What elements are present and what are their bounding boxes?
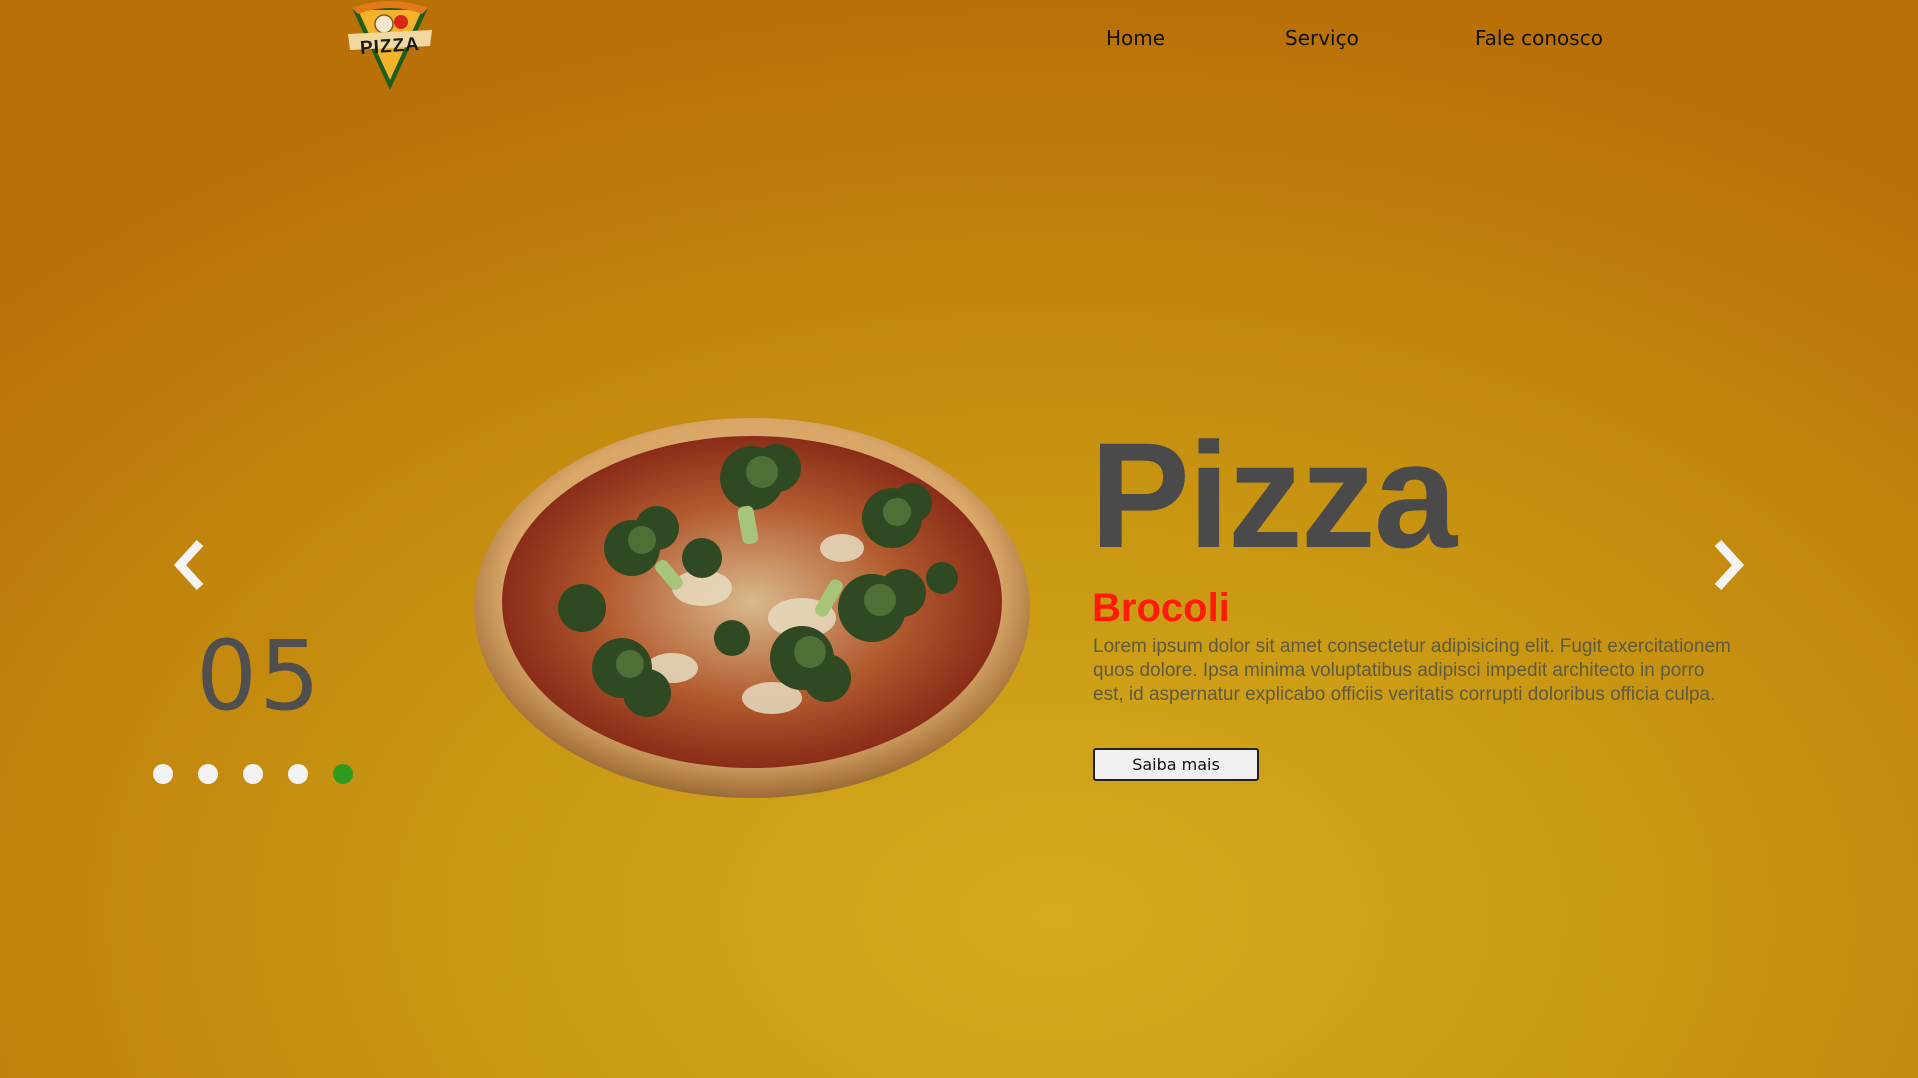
nav-home-link[interactable]: Home [1106, 26, 1165, 50]
pizza-logo[interactable]: PIZZA [344, 0, 436, 94]
product-title: Pizza [1090, 411, 1457, 579]
chevron-left-icon [173, 539, 204, 591]
slide-dot-1[interactable] [153, 764, 173, 784]
product-name: Brocoli [1092, 586, 1230, 630]
slide-counter: 05 [196, 620, 323, 732]
nav-servico-link[interactable]: Serviço [1285, 26, 1359, 50]
slide-dot-3[interactable] [243, 764, 263, 784]
slide-dot-5[interactable] [333, 764, 353, 784]
slide-dot-2[interactable] [198, 764, 218, 784]
saiba-mais-button[interactable]: Saiba mais [1093, 748, 1259, 781]
chevron-right-icon [1714, 539, 1745, 591]
pizza-illustration [474, 418, 1030, 798]
site-header: PIZZA Home Serviço Fale conosco [0, 0, 1918, 100]
next-slide-button[interactable] [1706, 535, 1750, 595]
prev-slide-button[interactable] [168, 535, 212, 595]
slide-dot-4[interactable] [288, 764, 308, 784]
product-description: Lorem ipsum dolor sit amet consectetur a… [1093, 636, 1731, 705]
nav-fale-conosco-link[interactable]: Fale conosco [1475, 26, 1603, 50]
broccoli-pizza-image [472, 408, 1032, 800]
logo-text: PIZZA [359, 33, 421, 60]
